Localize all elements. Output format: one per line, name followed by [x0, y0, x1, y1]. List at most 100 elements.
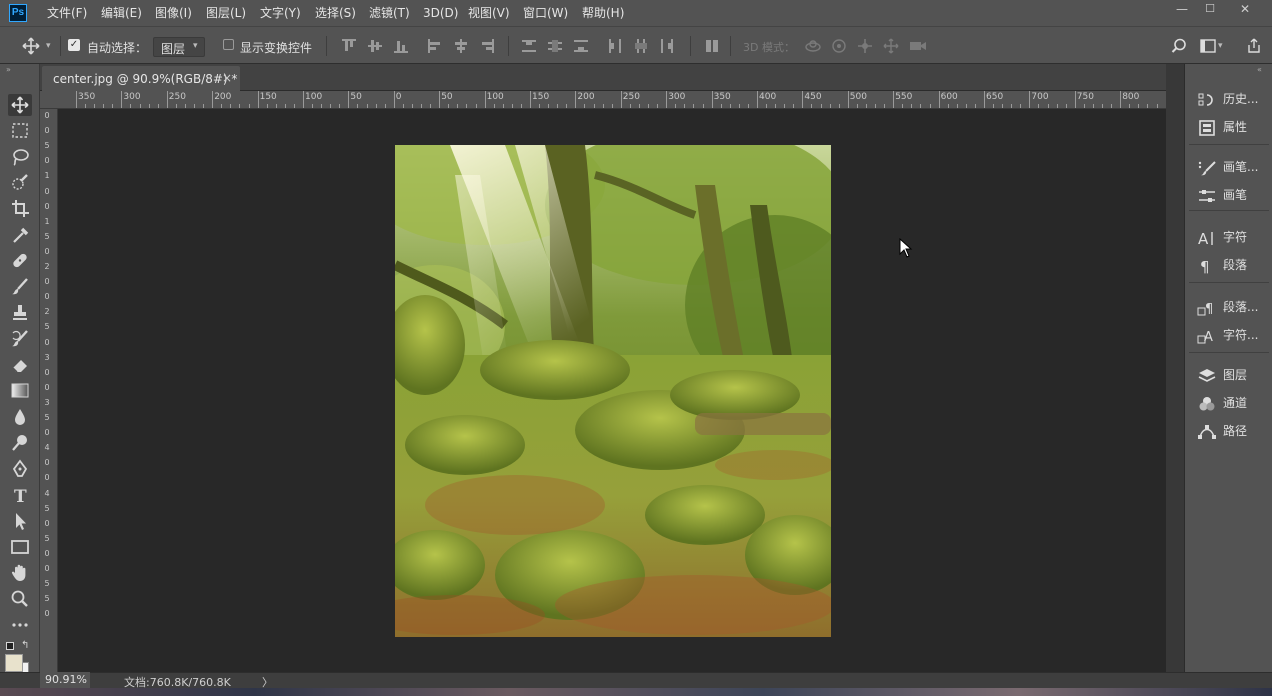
- eraser-tool[interactable]: [8, 354, 32, 376]
- chevron-down-icon[interactable]: ▾: [1218, 41, 1223, 51]
- ruler-label: 0: [44, 548, 50, 558]
- panel-paths[interactable]: 路径: [1197, 420, 1247, 442]
- menu-edit[interactable]: 编辑(E): [101, 5, 142, 21]
- more-tools-icon[interactable]: [8, 614, 32, 636]
- auto-select-checkbox[interactable]: ✓: [68, 39, 80, 51]
- panel-channels[interactable]: 通道: [1197, 392, 1247, 414]
- character-styles-icon: A: [1197, 328, 1217, 345]
- ruler-label: 0: [44, 518, 50, 528]
- expand-panels-icon[interactable]: «: [1257, 65, 1262, 74]
- align-vertical-center-icon[interactable]: [368, 39, 382, 53]
- ruler-major-tick: [393, 91, 395, 108]
- workspace-icon[interactable]: [1200, 39, 1218, 56]
- 3d-pan-icon[interactable]: [857, 38, 873, 57]
- blur-tool[interactable]: [8, 406, 32, 428]
- 3d-scale-camera-icon[interactable]: [909, 39, 927, 56]
- distribute-vertical-center-icon[interactable]: [548, 39, 562, 53]
- minimize-button[interactable]: —: [1167, 2, 1197, 16]
- ruler-major-tick: [530, 91, 531, 108]
- close-button[interactable]: ✕: [1230, 2, 1260, 16]
- panel-paragraph[interactable]: ¶ 段落: [1197, 254, 1247, 276]
- document-image-forest[interactable]: [395, 145, 831, 637]
- history-brush-tool[interactable]: [8, 328, 32, 350]
- align-horizontal-center-icon[interactable]: [454, 39, 468, 53]
- lasso-tool[interactable]: [8, 146, 32, 168]
- panel-brush-presets[interactable]: 画笔...: [1197, 156, 1258, 178]
- 3d-roll-icon[interactable]: [831, 38, 847, 57]
- panel-paragraph-styles-label: 段落...: [1223, 300, 1259, 314]
- auto-align-layers-icon[interactable]: [705, 39, 719, 53]
- move-tool[interactable]: [8, 94, 32, 116]
- menu-image[interactable]: 图像(I): [155, 5, 192, 21]
- zoom-tool[interactable]: [8, 588, 32, 610]
- show-transform-checkbox[interactable]: [223, 39, 234, 50]
- menu-select[interactable]: 选择(S): [315, 5, 356, 21]
- type-tool[interactable]: T: [8, 484, 32, 506]
- crop-tool[interactable]: [8, 198, 32, 220]
- ruler-label: 550: [895, 92, 913, 102]
- ruler-minor-tick: [602, 104, 604, 108]
- brush-tool[interactable]: [8, 276, 32, 298]
- ruler-minor-tick: [856, 104, 858, 108]
- close-tab-button[interactable]: ×: [222, 71, 232, 85]
- document-tab[interactable]: center.jpg @ 90.9%(RGB/8#) * ×: [42, 66, 240, 91]
- path-selection-tool[interactable]: [8, 510, 32, 532]
- menu-help[interactable]: 帮助(H): [582, 5, 624, 21]
- marquee-tool[interactable]: [8, 120, 32, 142]
- hand-tool[interactable]: [8, 562, 32, 584]
- search-icon[interactable]: [1171, 38, 1187, 57]
- menu-filter[interactable]: 滤镜(T): [369, 5, 410, 21]
- clone-stamp-tool[interactable]: [8, 302, 32, 324]
- swap-colors-icon[interactable]: ↰: [21, 640, 29, 651]
- panel-brush-settings[interactable]: 画笔: [1197, 184, 1247, 206]
- chevron-down-icon[interactable]: ▾: [46, 41, 51, 51]
- distribute-right-icon[interactable]: [660, 39, 674, 53]
- panel-properties[interactable]: 属性: [1197, 116, 1247, 138]
- zoom-level-field[interactable]: 90.91%: [40, 672, 90, 688]
- move-tool-preset-icon[interactable]: [22, 37, 40, 58]
- align-top-icon[interactable]: [342, 39, 356, 53]
- menu-file[interactable]: 文件(F): [47, 5, 87, 21]
- distribute-top-icon[interactable]: [522, 39, 536, 53]
- 3d-slide-icon[interactable]: [883, 38, 899, 57]
- rectangle-tool[interactable]: [8, 536, 32, 558]
- panel-character[interactable]: A 字符: [1197, 226, 1247, 248]
- pen-tool[interactable]: [8, 458, 32, 480]
- ruler-major-tick: [348, 91, 350, 108]
- auto-select-target-dropdown[interactable]: 图层 ▾: [153, 37, 205, 57]
- distribute-bottom-icon[interactable]: [574, 39, 588, 53]
- menu-3d[interactable]: 3D(D): [423, 5, 458, 21]
- menu-view[interactable]: 视图(V): [468, 5, 510, 21]
- dodge-tool[interactable]: [8, 432, 32, 454]
- align-bottom-icon[interactable]: [394, 39, 408, 53]
- maximize-button[interactable]: ☐: [1195, 2, 1225, 16]
- ruler-minor-tick: [1020, 104, 1022, 108]
- quick-selection-tool[interactable]: [8, 172, 32, 194]
- healing-brush-tool[interactable]: [8, 250, 32, 272]
- ruler-label: 5: [44, 413, 50, 422]
- ruler-major-tick: [212, 91, 214, 108]
- 3d-rotate-icon[interactable]: [804, 38, 822, 57]
- menu-layer[interactable]: 图层(L): [206, 5, 246, 21]
- ruler-label: 50: [441, 92, 453, 102]
- menu-type[interactable]: 文字(Y): [260, 5, 301, 21]
- distribute-horizontal-center-icon[interactable]: [634, 39, 648, 53]
- collapse-panel-icon[interactable]: »: [6, 65, 11, 74]
- ruler-minor-tick: [284, 104, 286, 108]
- eyedropper-tool[interactable]: [8, 224, 32, 246]
- panel-paragraph-styles[interactable]: ¶ 段落...: [1197, 296, 1258, 318]
- panel-history[interactable]: 历史...: [1197, 88, 1258, 110]
- ruler-minor-tick: [194, 104, 196, 108]
- panel-character-styles[interactable]: A 字符...: [1197, 324, 1258, 346]
- gradient-tool[interactable]: [8, 380, 32, 402]
- menu-bar: Ps 文件(F) 编辑(E) 图像(I) 图层(L) 文字(Y) 选择(S) 滤…: [0, 0, 1272, 26]
- foreground-color-swatch[interactable]: [5, 654, 23, 672]
- default-colors-icon[interactable]: [6, 642, 14, 650]
- menu-window[interactable]: 窗口(W): [523, 5, 568, 21]
- ruler-minor-tick: [103, 104, 105, 108]
- align-left-icon[interactable]: [428, 39, 442, 53]
- share-icon[interactable]: [1246, 38, 1262, 57]
- distribute-left-icon[interactable]: [608, 39, 622, 53]
- align-right-icon[interactable]: [480, 39, 494, 53]
- panel-layers[interactable]: 图层: [1197, 364, 1247, 386]
